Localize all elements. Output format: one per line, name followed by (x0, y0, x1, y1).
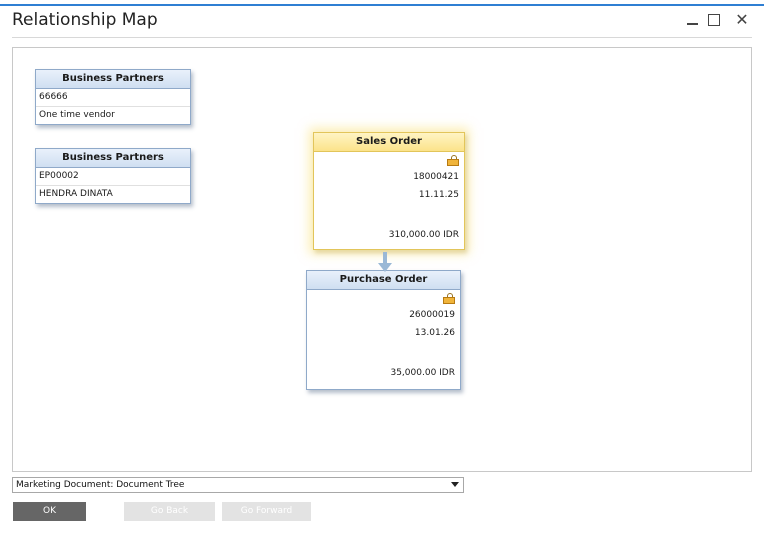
maximize-icon (708, 14, 720, 26)
document-amount: 35,000.00 IDR (390, 368, 455, 378)
partner-name: One time vendor (39, 110, 115, 120)
business-partner-node[interactable]: Business Partners EP00002 HENDRA DINATA (35, 148, 191, 204)
minimize-icon (687, 23, 698, 25)
document-number: 18000421 (413, 172, 459, 182)
chevron-down-icon (451, 482, 459, 487)
partner-code: 66666 (36, 89, 190, 107)
document-amount: 310,000.00 IDR (388, 230, 459, 240)
partner-code: EP00002 (36, 168, 190, 186)
window-title: Relationship Map (12, 10, 158, 30)
link-arrow-icon (378, 252, 392, 276)
node-header: Business Partners (36, 149, 190, 168)
node-header: Sales Order (314, 133, 464, 152)
lock-open-icon (443, 293, 455, 304)
purchase-order-node[interactable]: Purchase Order 26000019 13.01.26 35,000.… (306, 270, 461, 390)
relationship-map-window: Relationship Map ✕ Business Partners 666… (0, 6, 764, 533)
title-divider (12, 37, 752, 38)
document-date: 11.11.25 (418, 190, 459, 200)
business-partner-node[interactable]: Business Partners 66666 One time vendor (35, 69, 191, 125)
partner-name: HENDRA DINATA (39, 189, 113, 199)
node-header: Business Partners (36, 70, 190, 89)
lock-open-icon (447, 155, 459, 166)
go-back-button[interactable]: Go Back (124, 502, 215, 521)
go-forward-button[interactable]: Go Forward (222, 502, 311, 521)
document-date: 13.01.26 (414, 328, 455, 338)
document-number: 26000019 (409, 310, 455, 320)
sales-order-node[interactable]: Sales Order 18000421 11.11.25 310,000.00… (313, 132, 465, 250)
close-button[interactable]: ✕ (734, 10, 750, 30)
title-bar: Relationship Map ✕ (0, 6, 764, 36)
ok-button[interactable]: OK (13, 502, 86, 521)
view-type-select[interactable]: Marketing Document: Document Tree (12, 477, 464, 493)
select-value: Marketing Document: Document Tree (16, 480, 185, 490)
